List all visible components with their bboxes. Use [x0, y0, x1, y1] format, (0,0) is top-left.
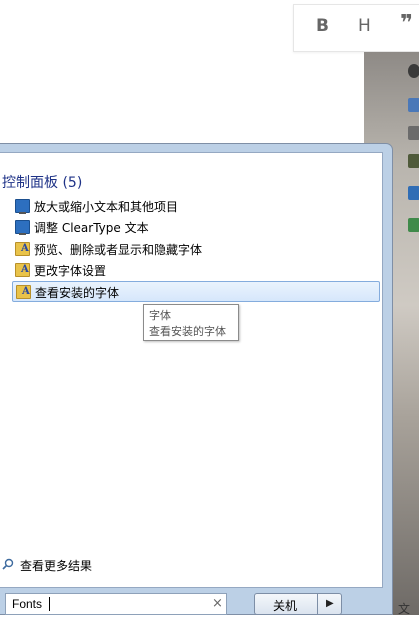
text-caret: [49, 597, 50, 611]
result-item-label: 调整 ClearType 文本: [34, 221, 149, 235]
tooltip-title: 字体: [149, 309, 171, 322]
result-item-font-settings[interactable]: 更改字体设置: [12, 260, 380, 281]
desktop-shortcut-icon[interactable]: [408, 64, 419, 78]
search-icon: [2, 558, 14, 570]
result-item-cleartype[interactable]: 调整 ClearType 文本: [12, 217, 380, 238]
tooltip-description: 查看安装的字体: [149, 325, 226, 338]
editor-toolbar: B H ❞: [293, 4, 419, 52]
shutdown-button[interactable]: 关机: [254, 593, 318, 615]
tooltip: 字体 查看安装的字体: [143, 304, 239, 341]
desktop-shortcut-icon[interactable]: [408, 98, 419, 112]
desktop-shortcut-icon[interactable]: [408, 218, 419, 232]
see-more-results-label: 查看更多结果: [20, 559, 93, 573]
shutdown-label: 关机: [273, 599, 298, 613]
result-item-label: 更改字体设置: [34, 264, 107, 278]
desktop-shortcut-icon[interactable]: [408, 126, 419, 140]
monitor-icon: [15, 220, 30, 235]
search-input-value: Fonts: [12, 597, 43, 611]
search-input[interactable]: Fonts ×: [5, 593, 227, 615]
fonts-folder-icon: [16, 285, 31, 299]
fonts-folder-icon: [15, 242, 30, 256]
result-item-view-installed-fonts[interactable]: 查看安装的字体: [12, 281, 380, 302]
search-results-panel: 控制面板 (5) 放大或缩小文本和其他项目 调整 ClearType 文本 预览…: [0, 152, 383, 588]
heading-button[interactable]: H: [358, 16, 371, 36]
result-item-zoom-text[interactable]: 放大或缩小文本和其他项目: [12, 196, 380, 217]
result-item-label: 预览、删除或者显示和隐藏字体: [34, 243, 203, 257]
result-item-label: 查看安装的字体: [35, 286, 120, 300]
clear-search-icon[interactable]: ×: [212, 596, 223, 611]
bold-button[interactable]: B: [316, 16, 329, 36]
shutdown-options-button[interactable]: ▶: [318, 593, 342, 615]
monitor-icon: [15, 199, 30, 214]
chevron-right-icon: ▶: [326, 598, 334, 609]
section-title-control-panel[interactable]: 控制面板 (5): [2, 172, 82, 192]
desktop-label-partial: 文: [398, 602, 411, 616]
result-item-label: 放大或缩小文本和其他项目: [34, 200, 179, 214]
quote-button[interactable]: ❞: [400, 11, 413, 36]
desktop-shortcut-icon[interactable]: [408, 186, 419, 200]
start-menu: 控制面板 (5) 放大或缩小文本和其他项目 调整 ClearType 文本 预览…: [0, 143, 393, 615]
desktop-shortcut-icon[interactable]: [408, 154, 419, 168]
fonts-folder-icon: [15, 263, 30, 277]
result-item-preview-fonts[interactable]: 预览、删除或者显示和隐藏字体: [12, 239, 380, 260]
